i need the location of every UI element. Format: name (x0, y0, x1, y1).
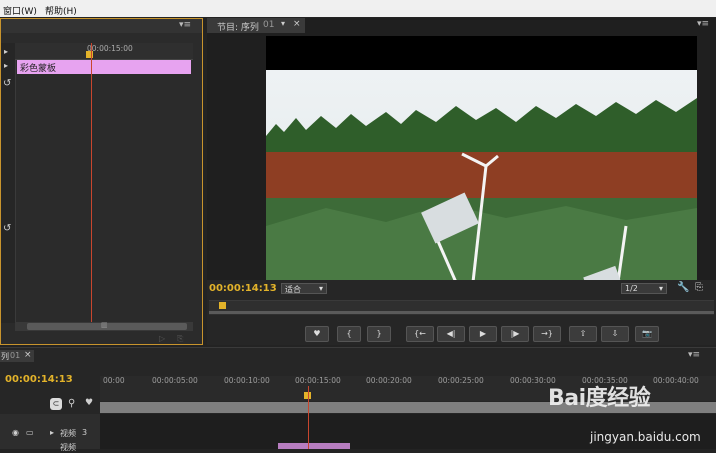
sequence-name: 01 (263, 20, 275, 30)
playhead-handle[interactable] (219, 302, 226, 309)
mark-out-button[interactable]: } (367, 326, 391, 342)
panel-menu-icon[interactable]: ▾≡ (179, 20, 191, 30)
video-frame (266, 36, 697, 296)
dropdown-arrow-icon: ▾ (318, 284, 323, 293)
effect-controls-panel: ▾≡ ▸ ▸ ↺ ↺ 00:00:15:00 彩色蒙板 ▥ ▷ ⎘ (0, 18, 203, 345)
timeline-timecode[interactable]: 00:00:14:13 (5, 374, 73, 385)
ruler-time-label: 00:00:15:00 (87, 44, 133, 53)
timeline-tab-sequence: 01 (10, 351, 21, 360)
timeline-tab[interactable]: 列 01 × (0, 350, 34, 362)
close-icon[interactable]: × (24, 350, 32, 360)
camera-icon[interactable]: 📷 (635, 326, 659, 342)
expand-arrow-icon[interactable]: ▸ (4, 61, 8, 70)
close-icon[interactable]: × (293, 19, 301, 29)
timeline-playhead (308, 386, 309, 449)
ruler-tick: 00:00:15:00 (295, 376, 341, 385)
video-image (266, 36, 697, 296)
track-label: 视频 (60, 429, 76, 438)
fit-dropdown[interactable]: 适合 ▾ (281, 283, 327, 294)
mark-in-button[interactable]: { (337, 326, 361, 342)
dropdown-arrow-icon[interactable]: ▾ (281, 19, 285, 28)
scroll-thumb[interactable]: ▥ (27, 321, 187, 330)
effect-controls-playhead (91, 43, 92, 323)
panel-menu-icon[interactable]: ▾≡ (697, 19, 709, 29)
add-marker-button[interactable]: ♥ (305, 326, 329, 342)
menu-bar: 窗口(W) 帮助(H) (0, 0, 716, 17)
ruler-tick: 00:00:20:00 (366, 376, 412, 385)
wrench-icon[interactable]: 🔧 (677, 282, 689, 293)
resolution-dropdown[interactable]: 1/2 ▾ (621, 283, 667, 294)
go-to-in-button[interactable]: {← (406, 326, 434, 342)
reset-icon[interactable]: ↺ (3, 223, 11, 234)
resolution-value: 1/2 (625, 284, 638, 293)
menu-item-help[interactable]: 帮助(H) (45, 4, 77, 17)
program-timecode[interactable]: 00:00:14:13 (209, 283, 277, 294)
ruler-tick: 00:00:25:00 (438, 376, 484, 385)
fit-dropdown-value: 适合 (285, 285, 301, 294)
lift-button[interactable]: ⇧ (569, 326, 597, 342)
marker-pin-icon[interactable]: ⚲ (68, 398, 75, 409)
watermark-url: jingyan.baidu.com (590, 430, 701, 444)
effect-controls-tabbar: ▾≡ (1, 19, 202, 33)
watermark-logo: Bai度经验 (548, 386, 651, 411)
program-monitor-tab[interactable]: 节目: 序列 01 ▾ × (207, 18, 305, 33)
lock-icon[interactable]: ▭ (26, 428, 34, 437)
go-to-out-button[interactable]: →} (533, 326, 561, 342)
clip-bar[interactable] (278, 443, 350, 449)
dropdown-arrow-icon: ▾ (658, 284, 663, 293)
monitor-time-ruler[interactable] (209, 300, 714, 315)
export-icon[interactable]: ⎘ (177, 334, 183, 344)
panel-menu-icon[interactable]: ▾≡ (688, 350, 700, 360)
eye-icon[interactable]: ◉ (12, 428, 19, 437)
ruler-tick: 00:00 (103, 376, 125, 385)
effect-controls-gutter: ▸ ▸ ↺ ↺ (1, 43, 16, 323)
expand-arrow-icon[interactable]: ▸ (50, 428, 54, 437)
track-number: 3 (82, 428, 88, 437)
step-back-button[interactable]: ◀| (437, 326, 465, 342)
expand-arrow-icon[interactable]: ▸ (4, 47, 8, 56)
ruler-tick: 00:00:05:00 (152, 376, 198, 385)
track-header: ◉ ▭ ▸ 视频 3 视频 (0, 414, 100, 452)
program-monitor: 节目: 序列 01 ▾ × ▾≡ 00:00:14:13 适合 ▾ 1/2 ▾ … (207, 18, 716, 345)
ruler-track (209, 311, 714, 314)
snap-icon[interactable]: ⊂ (50, 398, 62, 410)
scroll-grip-icon: ▥ (101, 321, 108, 329)
ruler-tick: 00:00:40:00 (653, 376, 699, 385)
effect-controls-ruler[interactable]: 00:00:15:00 (15, 43, 193, 60)
extract-button[interactable]: ⇩ (601, 326, 629, 342)
ruler-tick: 00:00:10:00 (224, 376, 270, 385)
play-button[interactable]: ▶ (469, 326, 497, 342)
menu-item-window[interactable]: 窗口(W) (3, 4, 37, 17)
add-marker-icon[interactable]: ♥ (85, 398, 93, 408)
tab-label: 节目: 序列 (217, 23, 259, 33)
step-forward-button[interactable]: |▶ (501, 326, 529, 342)
clip-bar[interactable]: 彩色蒙板 (17, 60, 191, 74)
playback-icon[interactable]: ▷ (159, 334, 165, 343)
export-frame-icon[interactable]: ⎘ (695, 282, 703, 293)
timeline-tab-label: 列 (1, 352, 9, 361)
effect-controls-scrollbar[interactable]: ▥ (15, 321, 193, 331)
clip-label: 彩色蒙板 (20, 64, 57, 74)
reset-icon[interactable]: ↺ (3, 78, 11, 89)
